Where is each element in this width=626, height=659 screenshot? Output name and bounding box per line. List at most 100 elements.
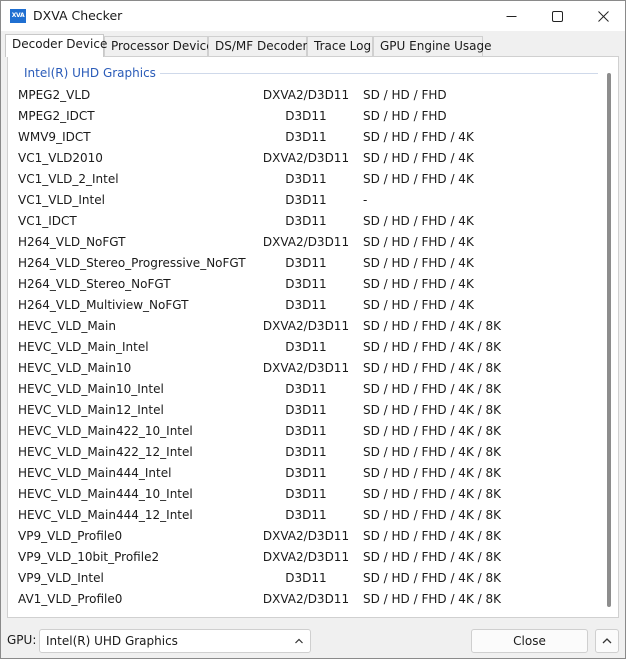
maximize-button[interactable]: [534, 1, 580, 31]
list-item[interactable]: H264_VLD_NoFGT DXVA2/D3D11 SD / HD / FHD /…: [18, 232, 603, 253]
decoder-api: D3D11: [285, 256, 327, 270]
gpu-select[interactable]: Intel(R) UHD Graphics: [39, 629, 311, 653]
expand-button[interactable]: [595, 629, 619, 653]
decoder-name: HEVC_VLD_Main444_Intel: [18, 466, 172, 480]
decoder-resolutions: SD / HD / FHD / 4K / 8K: [363, 592, 501, 606]
decoder-api: D3D11: [285, 403, 327, 417]
decoder-name: VC1_VLD_2_Intel: [18, 172, 119, 186]
decoder-resolutions: -: [363, 193, 368, 207]
decoder-resolutions: SD / HD / FHD / 4K / 8K: [363, 466, 501, 480]
list-item[interactable]: VP9_VLD_Profile0 DXVA2/D3D11 SD / HD / FHD…: [18, 526, 603, 547]
decoder-api: D3D11: [285, 508, 327, 522]
decoder-api: DXVA2/D3D11: [262, 319, 350, 333]
list-item[interactable]: VC1_IDCT D3D11 SD / HD / FHD / 4K: [18, 211, 603, 232]
decoder-api: D3D11: [285, 298, 327, 312]
decoder-api: D3D11: [285, 424, 327, 438]
decoder-api: D3D11: [285, 109, 327, 123]
decoder-resolutions: SD / HD / FHD / 4K / 8K: [363, 424, 501, 438]
decoder-api: D3D11: [285, 487, 327, 501]
decoder-api: D3D11: [285, 172, 327, 186]
tab-trace-log[interactable]: Trace Log: [307, 36, 373, 56]
list-item[interactable]: HEVC_VLD_Main10_Intel D3D11 SD / HD / FHD …: [18, 379, 603, 400]
decoder-name: WMV9_IDCT: [18, 130, 91, 144]
decoder-resolutions: SD / HD / FHD / 4K: [363, 172, 474, 186]
gpu-select-value: Intel(R) UHD Graphics: [46, 634, 178, 648]
decoder-resolutions: SD / HD / FHD / 4K: [363, 130, 474, 144]
list-item[interactable]: HEVC_VLD_Main444_10_Intel D3D11 SD / HD / …: [18, 484, 603, 505]
decoder-name: HEVC_VLD_Main422_12_Intel: [18, 445, 193, 459]
list-item[interactable]: HEVC_VLD_Main_Intel D3D11 SD / HD / FHD / …: [18, 337, 603, 358]
list-item[interactable]: WMV9_IDCT D3D11 SD / HD / FHD / 4K: [18, 127, 603, 148]
title-bar: XVA DXVA Checker: [1, 1, 625, 31]
minimize-button[interactable]: [488, 1, 534, 31]
decoder-resolutions: SD / HD / FHD / 4K / 8K: [363, 319, 501, 333]
list-item[interactable]: MPEG2_IDCT D3D11 SD / HD / FHD: [18, 106, 603, 127]
dxva-app-icon: XVA: [10, 9, 26, 23]
list-item[interactable]: VC1_VLD_2_Intel D3D11 SD / HD / FHD / 4K: [18, 169, 603, 190]
decoder-api: DXVA2/D3D11: [262, 88, 350, 102]
decoder-api: D3D11: [285, 193, 327, 207]
decoder-name: HEVC_VLD_Main444_10_Intel: [18, 487, 193, 501]
decoder-name: H264_VLD_Stereo_NoFGT: [18, 277, 171, 291]
list-item[interactable]: VC1_VLD_Intel D3D11 -: [18, 190, 603, 211]
list-item[interactable]: H264_VLD_Stereo_NoFGT D3D11 SD / HD / FHD …: [18, 274, 603, 295]
decoder-name: H264_VLD_NoFGT: [18, 235, 126, 249]
close-icon: [597, 10, 609, 22]
list-item[interactable]: H264_VLD_Stereo_Progressive_NoFGT D3D11 SD…: [18, 253, 603, 274]
decoder-resolutions: SD / HD / FHD / 4K: [363, 256, 474, 270]
decoder-resolutions: SD / HD / FHD / 4K / 8K: [363, 340, 501, 354]
decoder-resolutions: SD / HD / FHD: [363, 109, 447, 123]
decoder-name: AV1_VLD_Profile0: [18, 592, 123, 606]
decoder-name: HEVC_VLD_Main10: [18, 361, 132, 375]
decoder-api: D3D11: [285, 382, 327, 396]
decoder-api: DXVA2/D3D11: [262, 151, 350, 165]
list-item[interactable]: H264_VLD_Multiview_NoFGT D3D11 SD / HD / F…: [18, 295, 603, 316]
close-button[interactable]: Close: [471, 629, 588, 653]
list-item[interactable]: HEVC_VLD_Main DXVA2/D3D11 SD / HD / FHD / …: [18, 316, 603, 337]
tab-ds-mf-decoder[interactable]: DS/MF Decoder: [208, 36, 307, 56]
list-item[interactable]: HEVC_VLD_Main12_Intel D3D11 SD / HD / FHD …: [18, 400, 603, 421]
close-window-button[interactable]: [580, 1, 626, 31]
decoder-name: HEVC_VLD_Main12_Intel: [18, 403, 164, 417]
list-item[interactable]: HEVC_VLD_Main422_10_Intel D3D11 SD / HD / …: [18, 421, 603, 442]
list-item[interactable]: AV1_VLD_Profile0 DXVA2/D3D11 SD / HD / FHD…: [18, 589, 603, 610]
decoder-name: HEVC_VLD_Main444_12_Intel: [18, 508, 193, 522]
group-title: Intel(R) UHD Graphics: [24, 66, 160, 80]
chevron-up-icon: [602, 638, 612, 644]
decoder-resolutions: SD / HD / FHD: [363, 88, 447, 102]
tab-decoder-device[interactable]: Decoder Device: [5, 34, 107, 57]
decoder-name: VP9_VLD_10bit_Profile2: [18, 550, 160, 564]
list-item[interactable]: HEVC_VLD_Main10 DXVA2/D3D11 SD / HD / FHD …: [18, 358, 603, 379]
decoder-name: MPEG2_VLD: [18, 88, 91, 102]
decoder-name: VC1_IDCT: [18, 214, 77, 228]
app-window: XVA DXVA Checker Decoder Device Processo…: [0, 0, 626, 659]
decoder-name: HEVC_VLD_Main: [18, 319, 116, 333]
list-item[interactable]: MPEG2_VLD DXVA2/D3D11 SD / HD / FHD: [18, 85, 603, 106]
list-item[interactable]: HEVC_VLD_Main444_Intel D3D11 SD / HD / FHD…: [18, 463, 603, 484]
decoder-api: D3D11: [285, 466, 327, 480]
window-title: DXVA Checker: [33, 8, 123, 23]
tab-processor-device[interactable]: Processor Device: [104, 36, 214, 56]
decoder-api: D3D11: [285, 340, 327, 354]
decoder-resolutions: SD / HD / FHD / 4K / 8K: [363, 445, 501, 459]
tab-gpu-engine-usage[interactable]: GPU Engine Usage: [373, 36, 491, 56]
list-item[interactable]: HEVC_VLD_Main422_12_Intel D3D11 SD / HD / …: [18, 442, 603, 463]
decoder-api: DXVA2/D3D11: [262, 361, 350, 375]
group-divider: [158, 73, 598, 74]
decoder-name: VP9_VLD_Intel: [18, 571, 104, 585]
list-item[interactable]: VC1_VLD2010 DXVA2/D3D11 SD / HD / FHD / 4K: [18, 148, 603, 169]
decoder-api: DXVA2/D3D11: [262, 550, 350, 564]
decoder-name: H264_VLD_Stereo_Progressive_NoFGT: [18, 256, 246, 270]
decoder-resolutions: SD / HD / FHD / 4K / 8K: [363, 382, 501, 396]
vertical-scrollbar[interactable]: [607, 73, 611, 607]
decoder-resolutions: SD / HD / FHD / 4K: [363, 277, 474, 291]
decoder-resolutions: SD / HD / FHD / 4K / 8K: [363, 487, 501, 501]
list-item[interactable]: VP9_VLD_10bit_Profile2 DXVA2/D3D11 SD / HD…: [18, 547, 603, 568]
decoder-api: DXVA2/D3D11: [262, 592, 350, 606]
decoder-list: MPEG2_VLD DXVA2/D3D11 SD / HD / FHD MPEG2_I…: [18, 85, 603, 610]
chevron-up-icon: [294, 630, 304, 659]
decoder-api: D3D11: [285, 130, 327, 144]
list-item[interactable]: VP9_VLD_Intel D3D11 SD / HD / FHD / 4K / 8…: [18, 568, 603, 589]
list-item[interactable]: HEVC_VLD_Main444_12_Intel D3D11 SD / HD / …: [18, 505, 603, 526]
decoder-name: VC1_VLD2010: [18, 151, 103, 165]
